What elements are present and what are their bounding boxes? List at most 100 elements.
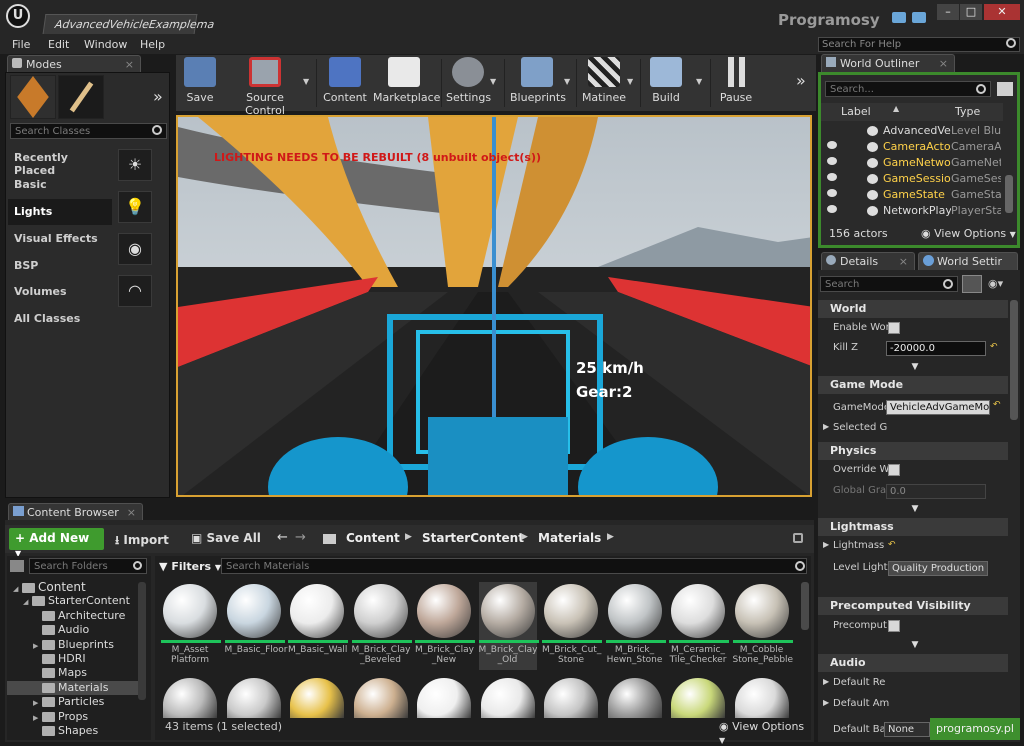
category-volumes[interactable]: Volumes (8, 279, 112, 305)
world-outliner-tab[interactable]: World Outliner × (821, 54, 955, 72)
section-audio[interactable]: Audio (818, 654, 1008, 672)
document-tab[interactable]: AdvancedVehicleExamplema (42, 14, 215, 34)
minimize-button[interactable]: – (937, 4, 959, 20)
settings-button[interactable]: Settings (446, 57, 491, 109)
selected-game-mode-row[interactable]: ▶ Selected G (818, 418, 1008, 438)
asset-tile[interactable]: M_Brick_Clay _Old (478, 582, 539, 670)
outliner-search-icon[interactable] (976, 84, 986, 94)
source-control-button[interactable]: Source Control (226, 57, 304, 117)
precomputed-expand-icon[interactable]: ▼ (906, 640, 924, 650)
settings-dropdown-icon[interactable]: ▼ (490, 77, 496, 86)
folder-startercontent[interactable]: ◢ StarterContent (7, 594, 139, 608)
folder-shapes[interactable]: Shapes (7, 724, 139, 738)
help-search-input[interactable]: Search For Help (818, 37, 1020, 52)
category-bsp[interactable]: BSP (8, 253, 112, 279)
folder-architecture[interactable]: Architecture (7, 609, 139, 623)
default-base-dropdown[interactable]: None (884, 722, 930, 737)
save-button[interactable]: Save (180, 57, 220, 109)
outliner-row[interactable]: GameState GameStat (821, 187, 1001, 203)
breadcrumb-startercontent[interactable]: StarterContent (422, 531, 524, 545)
source-control-dropdown-icon[interactable]: ▼ (303, 77, 309, 86)
visibility-eye-icon[interactable] (827, 125, 837, 133)
visibility-eye-icon[interactable] (827, 173, 837, 181)
game-mode-dropdown[interactable]: VehicleAdvGameMoc (886, 400, 990, 415)
lightmass-row[interactable]: ▶ Lightmass (818, 536, 1008, 556)
create-folder-icon[interactable] (997, 82, 1013, 96)
folder-audio[interactable]: Audio (7, 623, 139, 637)
category-recently-placed[interactable]: Recently Placed (8, 145, 112, 177)
global-gravity-input[interactable]: 0.0 (886, 484, 986, 499)
content-browser-close-icon[interactable]: × (127, 506, 136, 519)
asset-tile-thumbnail[interactable] (734, 678, 789, 718)
menu-help[interactable]: Help (140, 38, 165, 51)
outliner-search-input[interactable]: Search... (825, 81, 991, 97)
maximize-button[interactable]: □ (960, 4, 982, 20)
menu-edit[interactable]: Edit (48, 38, 69, 51)
matinee-button[interactable]: Matinee (581, 57, 627, 109)
outliner-row[interactable]: NetworkPlayePlayerSta (821, 203, 1001, 219)
kill-z-input[interactable]: -20000.0 (886, 341, 986, 356)
default-ambient-row[interactable]: ▶ Default Am (818, 694, 1008, 714)
back-arrow-icon[interactable]: ← (277, 530, 288, 545)
outliner-scrollbar[interactable] (1005, 175, 1013, 213)
game-mode-reset-icon[interactable]: ↶ (993, 400, 1001, 410)
asset-scrollbar[interactable] (801, 582, 809, 630)
folder-maps[interactable]: Maps (7, 666, 139, 680)
lightmass-reset-icon[interactable]: ↶ (888, 540, 896, 550)
blueprints-dropdown-icon[interactable]: ▼ (564, 77, 570, 86)
physics-expand-icon[interactable]: ▼ (906, 504, 924, 514)
search-classes-icon[interactable] (152, 125, 162, 135)
modes-close-icon[interactable]: × (125, 58, 134, 71)
details-close-icon[interactable]: × (899, 255, 908, 268)
visibility-eye-icon[interactable] (827, 157, 837, 165)
marketplace-button[interactable]: Marketplace (373, 57, 440, 109)
asset-tile[interactable]: M_Brick_Clay _New (415, 582, 475, 670)
outliner-view-options-button[interactable]: ◉ View Options ▼ (921, 227, 1016, 240)
section-lightmass[interactable]: Lightmass (818, 518, 1008, 536)
column-type[interactable]: Type (955, 105, 980, 118)
toolbar-overflow-icon[interactable]: » (796, 71, 806, 90)
asset-tile-thumbnail[interactable] (353, 678, 408, 718)
override-checkbox[interactable] (888, 464, 900, 476)
search-materials-icon[interactable] (795, 561, 805, 571)
asset-tile-thumbnail[interactable] (607, 678, 662, 718)
asset-tile[interactable]: M_Basic_Floor (224, 582, 287, 670)
property-matrix-icon[interactable] (962, 275, 982, 293)
lock-icon[interactable] (793, 533, 803, 543)
asset-view-options-button[interactable]: ◉ View Options ▼ (719, 720, 811, 746)
folder-tree-scrollbar[interactable] (138, 582, 146, 700)
asset-tile[interactable]: M_Asset Platform (161, 582, 221, 670)
menu-window[interactable]: Window (84, 38, 127, 51)
quality-dropdown[interactable]: Quality Production (888, 561, 988, 576)
asset-tile-thumbnail[interactable] (290, 678, 344, 718)
chat-icon[interactable] (892, 12, 906, 23)
category-visual-effects[interactable]: Visual Effects (8, 226, 112, 252)
close-button[interactable]: ✕ (984, 4, 1020, 20)
spot-light-icon[interactable]: ◉ (118, 233, 152, 265)
blueprints-button[interactable]: Blueprints (510, 57, 566, 109)
category-lights[interactable]: Lights (8, 199, 112, 225)
visibility-eye-icon[interactable] (827, 141, 837, 149)
section-world[interactable]: World (818, 300, 1008, 318)
folder-blueprints[interactable]: ▶ Blueprints (7, 638, 139, 652)
breadcrumb-content[interactable]: Content (346, 531, 400, 545)
place-mode-button[interactable] (10, 75, 56, 119)
details-scrollbar[interactable] (1010, 300, 1018, 420)
search-folders-input[interactable]: Search Folders (29, 558, 147, 574)
search-classes-input[interactable]: Search Classes (10, 123, 167, 139)
category-all-classes[interactable]: All Classes (8, 306, 112, 332)
asset-tile-thumbnail[interactable] (480, 678, 535, 718)
category-basic[interactable]: Basic (8, 172, 112, 198)
outliner-row[interactable]: AdvancedVehLevel Blue (821, 123, 1001, 139)
search-folders-icon[interactable] (133, 561, 142, 570)
modes-tab[interactable]: Modes × (7, 55, 141, 73)
save-all-button[interactable]: ▣ Save All (191, 531, 261, 545)
pause-button[interactable]: Pause (716, 57, 756, 109)
world-expand-icon[interactable]: ▼ (906, 362, 924, 372)
import-button[interactable]: ⭳ Import (115, 531, 169, 552)
help-search-icon[interactable] (1006, 38, 1016, 48)
reset-arrow-icon[interactable]: ↶ (990, 342, 998, 352)
visibility-eye-icon[interactable] (827, 205, 837, 213)
details-search-icon[interactable] (943, 279, 953, 289)
content-button[interactable]: Content (321, 57, 369, 109)
